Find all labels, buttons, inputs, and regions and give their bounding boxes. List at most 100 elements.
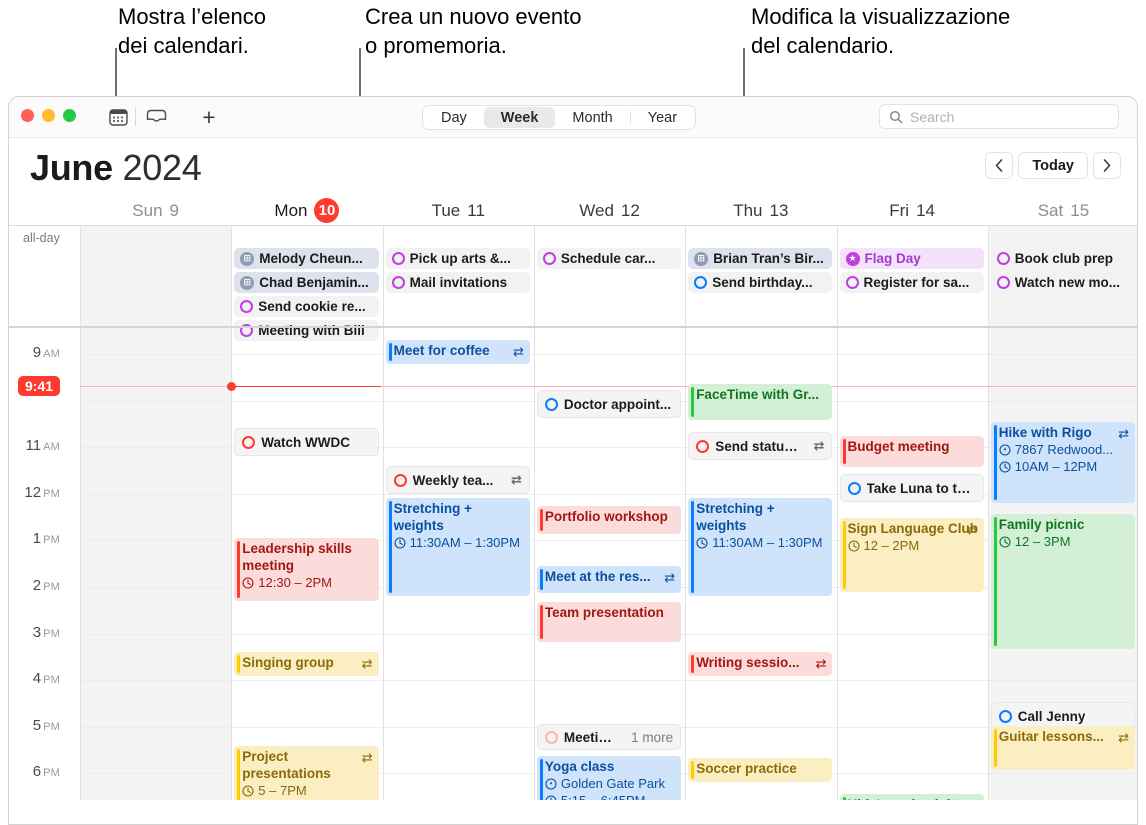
purple-ring-icon [240, 300, 254, 313]
today-button[interactable]: Today [1018, 152, 1088, 179]
previous-week-button[interactable] [985, 152, 1014, 179]
repeat-icon: ⇄ [1118, 730, 1130, 745]
calendar-event[interactable]: Leadership skills meeting 12:30 – 2PM [234, 538, 379, 601]
event-time-text: 5:15 – 6:45PM [561, 792, 646, 800]
column-divider [80, 328, 81, 800]
calendar-event[interactable]: Family picnic 12 – 3PM [990, 514, 1136, 649]
calendar-event[interactable]: Writing sessio... ⇄ [688, 652, 833, 676]
all-day-event[interactable]: Book club prep [990, 248, 1136, 269]
maximize-button[interactable] [63, 109, 76, 122]
all-day-event[interactable]: ⊞ Chad Benjamin... [234, 272, 379, 293]
calendar-event[interactable]: Singing group ⇄ [234, 652, 379, 676]
all-day-event[interactable]: Send birthday... [688, 272, 833, 293]
reminder-item[interactable]: Weekly tea... ⇄ [385, 466, 530, 494]
hour-ampm: PM [43, 627, 60, 640]
calendar-event[interactable]: Kids' movie night⇄ [839, 794, 984, 800]
red-ring-icon [242, 435, 256, 449]
day-name: Sat [1037, 200, 1064, 220]
calendar-event[interactable]: Stretching + weights 11:30AM – 1:30PM [385, 498, 530, 596]
tab-week[interactable]: Week [483, 107, 556, 128]
event-color-bar [539, 569, 543, 590]
day-header-sat[interactable]: Sat 15 [988, 196, 1137, 225]
close-button[interactable] [21, 109, 34, 122]
reminder-item[interactable]: Doctor appoint... [536, 390, 682, 418]
day-number: 9 [169, 200, 179, 220]
calendar-event[interactable]: Portfolio workshop [536, 506, 682, 534]
all-day-event-title: Flag Day [864, 251, 921, 266]
weekend-column-shading [80, 328, 232, 800]
reminder-item[interactable]: Send status... ⇄ [688, 432, 833, 460]
all-day-event[interactable]: ★ Flag Day [839, 248, 984, 269]
calendar-event[interactable]: Guitar lessons... ⇄ [990, 726, 1136, 770]
repeat-icon: ⇄ [815, 656, 827, 671]
calendar-event[interactable]: Yoga class Golden Gate Park5:15 – 6:45PM [536, 756, 682, 800]
reminder-item[interactable]: Meeting... 1 more [536, 724, 682, 750]
all-day-event[interactable]: Watch new mo... [990, 272, 1136, 293]
calendar-event[interactable]: Team presentation [536, 602, 682, 642]
tab-month[interactable]: Month [555, 107, 629, 128]
hour-label: 12 PM [9, 484, 60, 501]
window-toolbar: + Day Week Month Year Search [9, 97, 1137, 138]
day-header-sun[interactable]: Sun 9 [80, 196, 231, 225]
purple-ring-icon [542, 252, 556, 265]
tab-day[interactable]: Day [424, 107, 484, 128]
calendar-event[interactable]: Meet at the res... ⇄ [536, 566, 682, 593]
all-day-event-title: Send cookie re... [258, 299, 366, 314]
next-week-button[interactable] [1093, 152, 1121, 179]
today-date-badge: 10 [314, 198, 340, 223]
view-switcher[interactable]: Day Week Month Year [422, 105, 697, 130]
reminder-title: Call Jenny [1017, 708, 1086, 724]
calendar-event[interactable]: Soccer practice [688, 758, 833, 782]
day-name: Fri [889, 200, 910, 220]
purple-ring-icon [996, 252, 1010, 265]
calendar-icon[interactable] [107, 106, 129, 128]
tab-year[interactable]: Year [631, 107, 694, 128]
column-divider [987, 226, 989, 326]
time-grid[interactable]: 9 AM 11 AM 12 PM 1 PM 2 PM 3 PM 4 PM 5 PM 6 PM 9:41 Meet fo… [9, 326, 1137, 800]
event-title: Singing group [242, 655, 334, 670]
event-color-bar [539, 759, 543, 800]
inbox-icon[interactable] [145, 106, 167, 128]
search-field[interactable]: Search [879, 104, 1119, 129]
all-day-event[interactable]: Send cookie re... [234, 296, 379, 317]
all-day-event[interactable]: Pick up arts &... [385, 248, 530, 269]
pink-ring-icon [544, 730, 558, 744]
hour-ampm: AM [43, 441, 60, 454]
column-divider [685, 328, 687, 800]
all-day-event[interactable]: ⊞ Brian Tran’s Bir... [688, 248, 833, 269]
day-header-mon[interactable]: Mon 10 [231, 196, 382, 225]
all-day-event[interactable]: Register for sa... [839, 272, 984, 293]
event-title: Soccer practice [696, 761, 797, 776]
calendar-event[interactable]: Hike with Rigo 7867 Redwood... 10AM – 12PM… [990, 422, 1136, 503]
reminder-item[interactable]: Take Luna to th... [839, 474, 984, 502]
event-color-bar [691, 655, 695, 673]
add-event-button[interactable]: + [197, 105, 221, 129]
repeat-icon: ⇄ [813, 438, 825, 453]
hour-gridline [80, 354, 1137, 355]
reminder-item[interactable]: Watch WWDC [234, 428, 379, 456]
day-header-tue[interactable]: Tue 11 [383, 196, 534, 225]
calendar-event[interactable]: Meet for coffee ⇄ [385, 340, 530, 364]
all-day-event[interactable]: Mail invitations [385, 272, 530, 293]
calendar-event[interactable]: Budget meeting [839, 436, 984, 467]
calendar-event[interactable]: Sign Language Club 12 – 2PM ⇄ [839, 518, 984, 592]
event-time: 10AM – 12PM [999, 458, 1130, 475]
more-events-label[interactable]: 1 more [625, 730, 673, 745]
all-day-event-title: Melody Cheun... [259, 251, 363, 266]
all-day-event[interactable]: ⊞ Melody Cheun... [234, 248, 379, 269]
minimize-button[interactable] [42, 109, 55, 122]
day-header-thu[interactable]: Thu 13 [685, 196, 836, 225]
calendar-event[interactable]: FaceTime with Gr... [688, 384, 833, 420]
event-color-bar [237, 749, 241, 800]
column-divider [80, 226, 81, 326]
day-header-fri[interactable]: Fri 14 [837, 196, 988, 225]
clock-icon [696, 536, 708, 549]
day-header-wed[interactable]: Wed 12 [534, 196, 685, 225]
event-title: Kids' movie night [848, 796, 979, 800]
event-title: Guitar lessons... [998, 729, 1104, 744]
calendar-event[interactable]: Project presentations 5 – 7PM ⇄ [234, 746, 379, 800]
all-day-event[interactable]: Schedule car... [536, 248, 682, 269]
all-day-event-title: Send birthday... [712, 275, 813, 290]
calendar-event[interactable]: Stretching + weights 11:30AM – 1:30PM [688, 498, 833, 596]
current-time-line-today [231, 385, 381, 387]
